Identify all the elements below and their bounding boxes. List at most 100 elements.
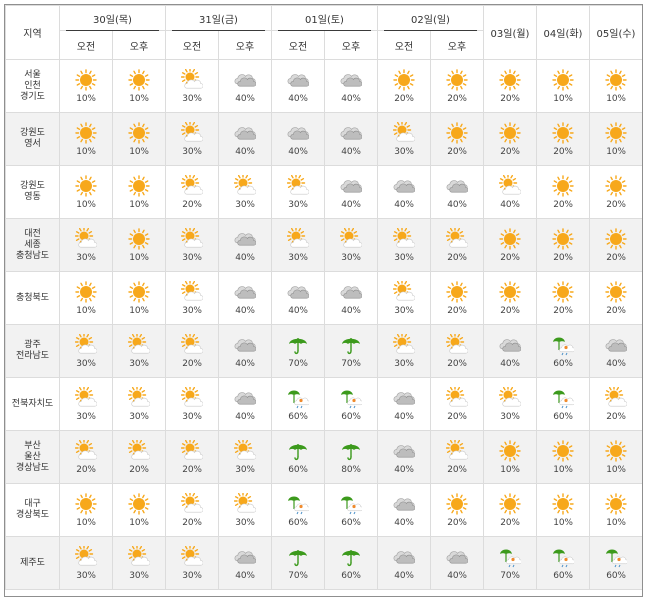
precipitation-probability: 30% [394,252,414,263]
forecast-cell-content: 40% [431,537,483,589]
precipitation-probability: 40% [235,358,255,369]
sun-icon [499,439,521,462]
precipitation-probability: 10% [606,146,626,157]
forecast-cell: 60% [271,430,325,484]
forecast-cell-content: 10% [590,431,642,483]
partly-cloudy-icon [181,121,203,144]
forecast-cell-content: 40% [590,325,642,377]
forecast-cell-content: 20% [590,378,642,430]
forecast-cell-content: 40% [431,166,483,218]
precipitation-probability: 40% [500,358,520,369]
region-name-line: 대구 [24,499,41,509]
forecast-cell-content: 40% [325,113,377,165]
forecast-cell: 30% [271,218,325,272]
forecast-cell: 20% [165,165,219,219]
precipitation-probability: 40% [447,570,467,581]
sun-icon [393,68,415,91]
forecast-cell-content: 20% [431,378,483,430]
sun-icon [552,439,574,462]
precipitation-probability: 20% [394,93,414,104]
partly-cloudy-icon [605,386,627,409]
precipitation-probability: 20% [447,93,467,104]
sun-icon [128,227,150,250]
precipitation-probability: 40% [235,93,255,104]
forecast-cell-content: 60% [537,378,589,430]
region-name-line: 충청북도 [15,292,50,303]
forecast-cell: 30% [324,218,378,272]
forecast-cell-content: 40% [219,219,271,271]
forecast-cell-content: 40% [325,60,377,112]
forecast-cell: 30% [59,324,113,378]
sun-icon [605,68,627,91]
rain-cloud-icon [340,387,362,409]
cloudy-icon [234,334,256,356]
forecast-cell-content: 70% [272,537,324,589]
forecast-cell-content: 40% [378,166,430,218]
precipitation-probability: 20% [182,358,202,369]
forecast-cell: 40% [271,271,325,325]
sun-icon [75,121,97,144]
partly-cloudy-icon [75,333,97,356]
umbrella-icon [287,334,309,356]
sun-icon [605,174,627,197]
forecast-cell: 30% [377,324,431,378]
forecast-cell-content: 80% [325,431,377,483]
partly-cloudy-icon [75,227,97,250]
forecast-cell-content: 40% [219,272,271,324]
precipitation-probability: 30% [182,570,202,581]
forecast-cell: 20% [483,112,537,166]
precipitation-probability: 40% [341,146,361,157]
region-name-line: 대전 [24,228,41,239]
am-header: 오전 [377,30,431,60]
sun-icon [552,280,574,303]
forecast-cell-content: 40% [219,60,271,112]
partly-cloudy-icon [128,545,150,568]
forecast-cell-content: 70% [325,325,377,377]
forecast-cell-content: 10% [537,431,589,483]
forecast-cell-content: 40% [219,378,271,430]
precipitation-probability: 10% [76,517,96,528]
umbrella-icon [340,440,362,462]
forecast-cell-content: 20% [166,166,218,218]
umbrella-icon [287,440,309,462]
region-name-line: 강원도 [20,128,45,138]
forecast-cell: 30% [377,271,431,325]
sun-icon [75,280,97,303]
forecast-cell-content: 30% [113,325,165,377]
forecast-cell: 40% [589,324,642,378]
forecast-cell-content: 20% [431,113,483,165]
forecast-cell: 20% [589,218,642,272]
forecast-cell-content: 30% [219,166,271,218]
forecast-cell-content: 20% [590,272,642,324]
partly-cloudy-icon [234,439,256,462]
precipitation-probability: 60% [288,464,308,475]
partly-cloudy-icon [393,121,415,144]
precipitation-probability: 30% [182,411,202,422]
day-header: 30일(목) [59,5,166,32]
forecast-cell-content: 30% [378,113,430,165]
sun-icon [499,121,521,144]
precipitation-probability: 40% [606,358,626,369]
precipitation-probability: 30% [76,252,96,263]
forecast-cell: 20% [536,271,590,325]
forecast-cell: 40% [377,430,431,484]
partly-cloudy-icon [181,174,203,197]
partly-cloudy-icon [75,439,97,462]
precipitation-probability: 20% [182,517,202,528]
pm-header: 오후 [218,30,272,60]
precipitation-probability: 20% [606,411,626,422]
forecast-cell-content: 20% [537,166,589,218]
forecast-cell-content: 20% [166,325,218,377]
precipitation-probability: 20% [500,252,520,263]
cloudy-icon [234,546,256,568]
forecast-cell: 30% [165,536,219,590]
precipitation-probability: 70% [341,358,361,369]
forecast-cell: 30% [59,218,113,272]
region-name-line: 울산 [24,451,41,462]
precipitation-probability: 40% [235,305,255,316]
forecast-cell-content: 10% [60,484,112,536]
forecast-cell-content: 10% [60,60,112,112]
pm-header: 오후 [324,30,378,60]
region-name-line: 광주 [24,340,41,350]
forecast-cell-content: 40% [484,325,536,377]
